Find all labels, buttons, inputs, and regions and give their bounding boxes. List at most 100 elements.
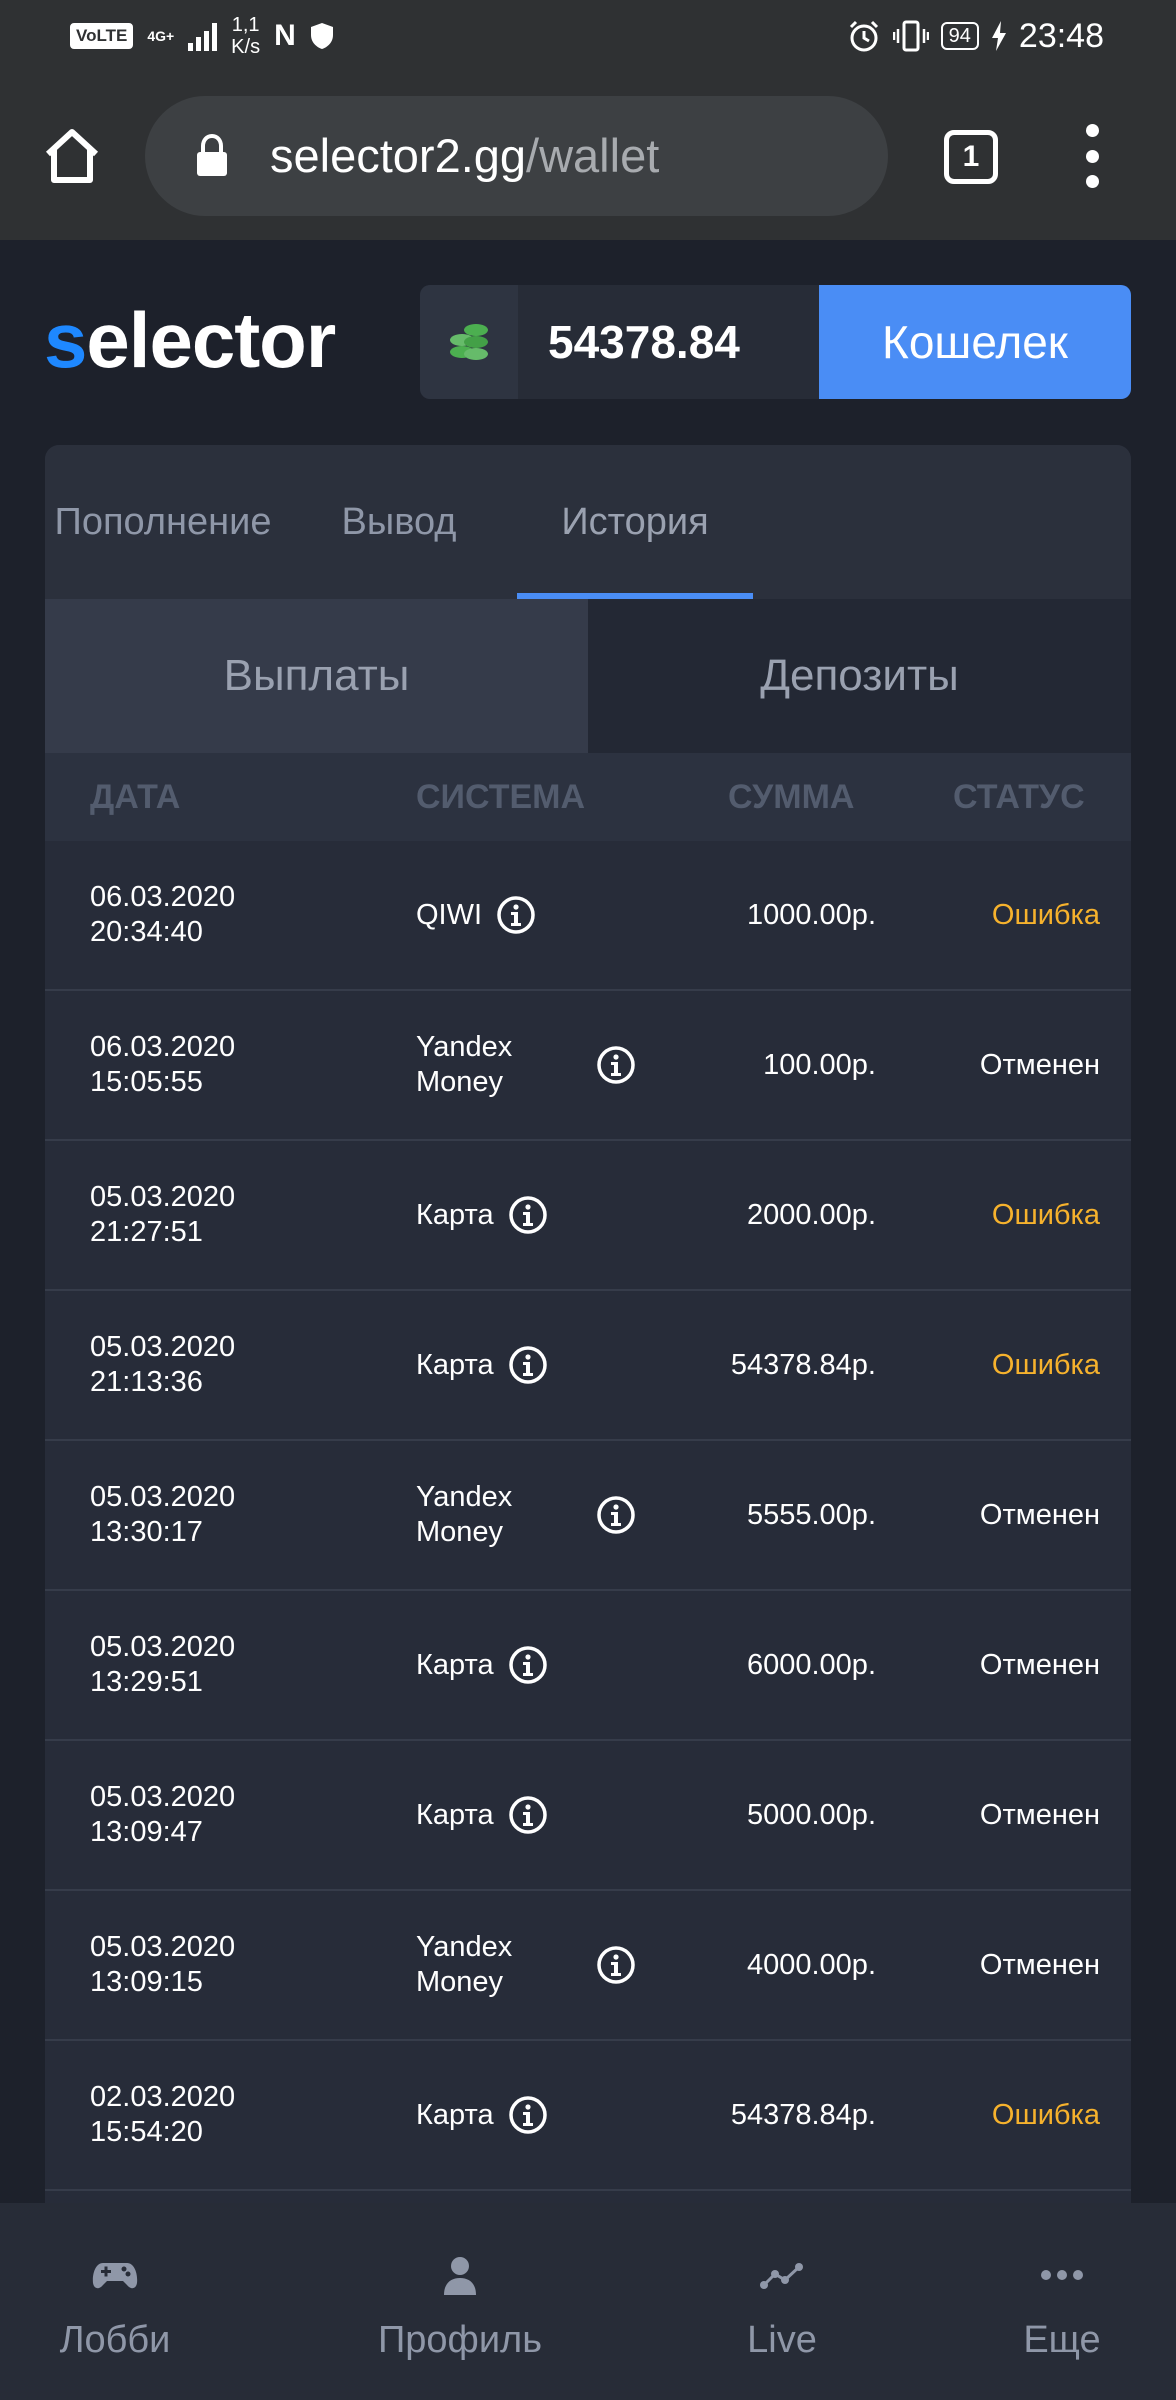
volte-badge: VoLTE (70, 23, 134, 49)
row-sum: 100.00р. (763, 1049, 876, 1081)
network-speed: 1,1 K/s (231, 14, 261, 58)
row-date: 05.03.2020 13:09:15 (90, 1931, 236, 1998)
row-status: Отменен (979, 1949, 1100, 1981)
live-chart-icon (760, 2263, 803, 2289)
address-bar[interactable]: selector2.gg/wallet (145, 96, 888, 216)
row-status: Ошибка (991, 2099, 1100, 2131)
row-sum: 1000.00р. (746, 899, 876, 931)
nfc-icon: N (274, 19, 296, 52)
row-system: Yandex Money (416, 991, 636, 1139)
tab-withdraw[interactable]: Вывод (281, 445, 517, 599)
row-sum: 54378.84р. (730, 1349, 876, 1381)
info-icon[interactable] (508, 1195, 548, 1235)
alarm-icon (849, 20, 878, 52)
balance-value: 54378.84 (548, 316, 740, 368)
browser-toolbar: selector2.gg/wallet 1 (0, 72, 1176, 240)
more-vert-icon[interactable] (1080, 124, 1104, 188)
row-system: Yandex Money (416, 1441, 636, 1589)
row-status: Отменен (979, 1049, 1100, 1081)
info-icon[interactable] (508, 2095, 548, 2135)
site-logo[interactable]: selector (44, 292, 336, 388)
info-icon[interactable] (508, 1345, 548, 1385)
row-date: 05.03.2020 13:09:47 (90, 1781, 236, 1848)
network-type: 4G+ (147, 28, 175, 44)
row-date: 02.03.2020 15:54:20 (90, 2081, 236, 2148)
system-name: Карта (416, 1198, 494, 1231)
wallet-button[interactable]: Кошелек (819, 285, 1131, 399)
row-sum: 54378.84р. (730, 2099, 876, 2131)
nav-more[interactable]: Еще (962, 2203, 1162, 2400)
system-name: Карта (416, 1798, 494, 1831)
row-sum: 5000.00р. (746, 1799, 876, 1831)
subtab-payouts[interactable]: Выплаты (45, 599, 588, 753)
home-icon[interactable] (40, 124, 104, 188)
clock: 23:48 (1018, 16, 1104, 55)
row-system: QIWI (416, 841, 536, 989)
system-name: Карта (416, 1348, 494, 1381)
table-row: 05.03.2020 13:09:15 Yandex Money 4000.00р. От… (45, 1891, 1131, 2041)
column-system[interactable]: СИСТЕМА (416, 753, 585, 841)
row-date: 06.03.2020 20:34:40 (90, 881, 236, 948)
status-bar: VoLTE 4G+ 1,1 K/s N 94 23:48 (0, 0, 1176, 72)
info-icon[interactable] (596, 1495, 636, 1535)
charging-icon (991, 21, 1006, 51)
row-date: 05.03.2020 13:30:17 (90, 1481, 236, 1548)
balance-display: 54378.84 (420, 285, 820, 399)
nav-more-label: Еще (1023, 2319, 1101, 2361)
signal-bars-icon (188, 21, 218, 51)
row-status: Ошибка (991, 1199, 1100, 1231)
history-subtabs: Выплаты Депозиты (45, 599, 1131, 753)
nav-live-label: Live (747, 2319, 817, 2361)
row-system: Карта (416, 1741, 548, 1889)
gamepad-icon (92, 2263, 138, 2289)
table-row: 05.03.2020 13:30:17 Yandex Money 5555.00р. От… (45, 1441, 1131, 1591)
row-status: Отменен (979, 1799, 1100, 1831)
tab-deposit[interactable]: Пополнение (45, 445, 281, 599)
nav-lobby[interactable]: Лобби (15, 2203, 215, 2400)
row-status: Отменен (979, 1649, 1100, 1681)
table-header: ДАТА СИСТЕМА СУММА СТАТУС (45, 753, 1131, 841)
row-system: Карта (416, 1591, 548, 1739)
tabs-icon[interactable]: 1 (944, 130, 998, 184)
table-row: 06.03.2020 15:05:55 Yandex Money 100.00р. Отм… (45, 991, 1131, 1141)
row-sum: 2000.00р. (746, 1199, 876, 1231)
shield-icon (310, 23, 333, 49)
info-icon[interactable] (596, 1945, 636, 1985)
table-row: 02.03.2020 15:54:20 Карта 54378.84р. Ошибка (45, 2041, 1131, 2191)
row-date: 05.03.2020 13:29:51 (90, 1631, 236, 1698)
wallet-tabs: Пополнение Вывод История (45, 445, 1131, 599)
column-status[interactable]: СТАТУС (953, 753, 1085, 841)
more-horiz-icon (1041, 2270, 1083, 2280)
table-row: 06.03.2020 20:34:40 QIWI 1000.00р. Ошибка (45, 841, 1131, 991)
column-sum[interactable]: СУММА (728, 753, 854, 841)
row-system: Yandex Money (416, 1891, 636, 2039)
info-icon[interactable] (508, 1795, 548, 1835)
info-icon[interactable] (596, 1045, 636, 1085)
system-name: Yandex Money (416, 1481, 513, 1548)
bottom-navigation: Лобби Профиль Live Еще (0, 2203, 1176, 2400)
subtab-deposits[interactable]: Депозиты (588, 599, 1131, 753)
nav-live[interactable]: Live (682, 2203, 882, 2400)
wallet-panel: Пополнение Вывод История Выплаты Депозит… (45, 445, 1131, 2205)
row-system: Карта (416, 2041, 548, 2189)
row-system: Карта (416, 1141, 548, 1289)
nav-profile[interactable]: Профиль (360, 2203, 560, 2400)
url-text[interactable]: selector2.gg/wallet (270, 130, 659, 182)
info-icon[interactable] (496, 895, 536, 935)
table-row: 05.03.2020 13:09:47 Карта 5000.00р. Отменен (45, 1741, 1131, 1891)
row-sum: 6000.00р. (746, 1649, 876, 1681)
column-date[interactable]: ДАТА (90, 753, 180, 841)
system-name: Карта (416, 2098, 494, 2131)
tab-history[interactable]: История (517, 445, 753, 599)
row-date: 05.03.2020 21:13:36 (90, 1331, 236, 1398)
system-name: Yandex Money (416, 1931, 513, 1998)
row-status: Ошибка (991, 899, 1100, 931)
row-sum: 4000.00р. (746, 1949, 876, 1981)
system-name: QIWI (416, 898, 483, 931)
table-row: 05.03.2020 21:13:36 Карта 54378.84р. Ошибка (45, 1291, 1131, 1441)
info-icon[interactable] (508, 1645, 548, 1685)
table-row: 05.03.2020 21:27:51 Карта 2000.00р. Ошибка (45, 1141, 1131, 1291)
coin-stack-icon (450, 324, 488, 360)
row-system: Карта (416, 1291, 548, 1439)
table-row: 05.03.2020 13:29:51 Карта 6000.00р. Отменен (45, 1591, 1131, 1741)
